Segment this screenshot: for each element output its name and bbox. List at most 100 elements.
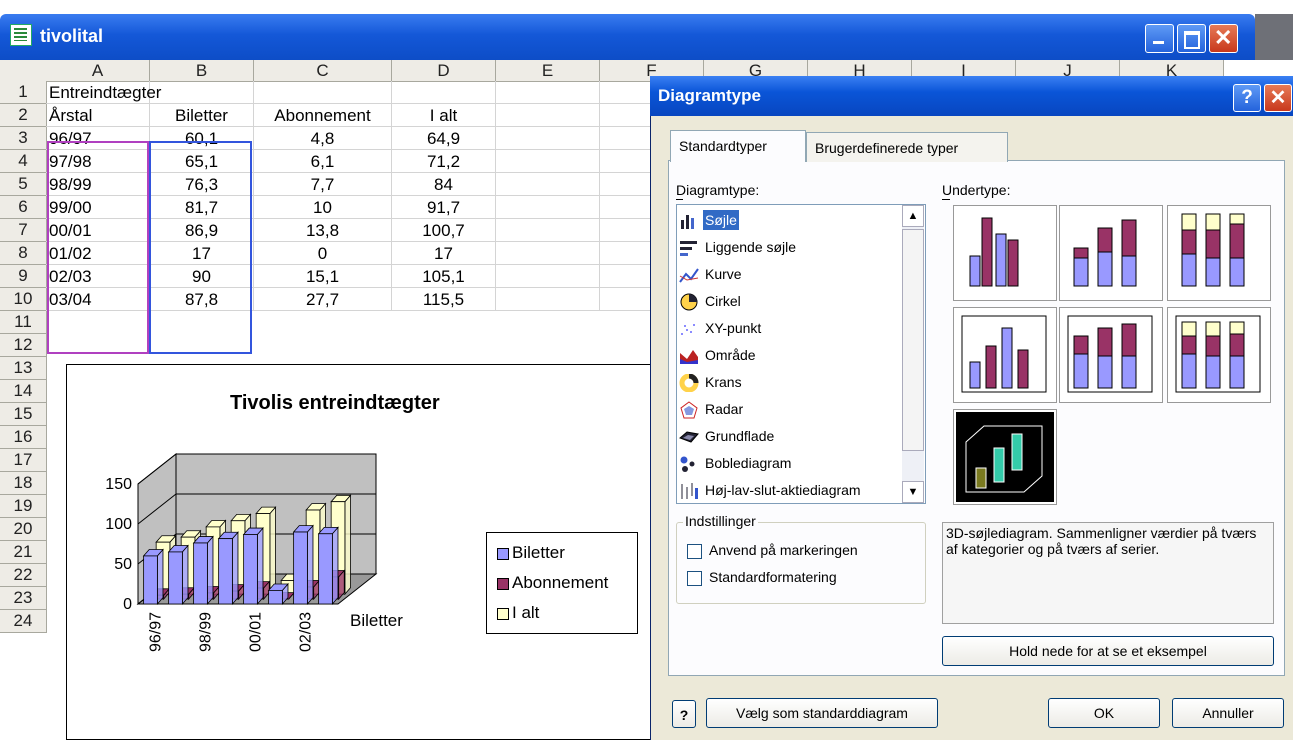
preview-button[interactable]: Hold nede for at se et eksempel xyxy=(942,636,1274,666)
cell-d4[interactable]: 71,2 xyxy=(392,150,496,173)
column-header-e[interactable]: E xyxy=(496,60,600,82)
dialog-close-button[interactable]: ✕ xyxy=(1264,84,1292,112)
cell-e1[interactable] xyxy=(496,81,600,104)
chart-type-item-bar-chart[interactable]: Liggende søjle xyxy=(677,236,903,262)
row-header-21[interactable]: 21 xyxy=(0,541,47,564)
cell-d10[interactable]: 115,5 xyxy=(392,288,496,311)
cell-d3[interactable]: 64,9 xyxy=(392,127,496,150)
minimize-button[interactable] xyxy=(1145,24,1174,53)
cell-c4[interactable]: 6,1 xyxy=(254,150,392,173)
row-header-10[interactable]: 10 xyxy=(0,288,47,311)
chart-type-item-doughnut-chart[interactable]: Krans xyxy=(677,371,903,397)
cell-e9[interactable] xyxy=(496,265,600,288)
cell-d8[interactable]: 17 xyxy=(392,242,496,265)
cell-e4[interactable] xyxy=(496,150,600,173)
cell-a1[interactable]: Entreindtægter xyxy=(46,81,161,104)
subtype-option-2[interactable] xyxy=(1060,206,1162,300)
subtype-option-1[interactable] xyxy=(954,206,1056,300)
cell-d5[interactable]: 84 xyxy=(392,173,496,196)
cell-e7[interactable] xyxy=(496,219,600,242)
cell-e6[interactable] xyxy=(496,196,600,219)
chart-type-item-scatter-chart[interactable]: XY-punkt xyxy=(677,317,903,343)
subtype-option-6[interactable] xyxy=(1168,308,1270,402)
chart-legend[interactable]: Biletter Abonnement I alt xyxy=(486,532,638,634)
subtype-option-7[interactable] xyxy=(954,410,1056,504)
row-header-15[interactable]: 15 xyxy=(0,403,47,426)
maximize-button[interactable] xyxy=(1177,24,1206,53)
cell-d2[interactable]: I alt xyxy=(392,104,496,127)
row-header-1[interactable]: 1 xyxy=(0,81,47,104)
tab-brugerdefinerede[interactable]: Brugerdefinerede typer xyxy=(806,132,1008,162)
chart-type-item-line-chart[interactable]: Kurve xyxy=(677,263,903,289)
subtype-option-4[interactable] xyxy=(954,308,1056,402)
default-format-checkbox[interactable] xyxy=(687,571,702,586)
row-header-3[interactable]: 3 xyxy=(0,127,47,150)
row-header-7[interactable]: 7 xyxy=(0,219,47,242)
cell-c9[interactable]: 15,1 xyxy=(254,265,392,288)
row-header-4[interactable]: 4 xyxy=(0,150,47,173)
cancel-button[interactable]: Annuller xyxy=(1172,698,1284,728)
help-button[interactable]: ? xyxy=(1233,84,1261,112)
scroll-thumb[interactable] xyxy=(902,229,924,451)
cell-c7[interactable]: 13,8 xyxy=(254,219,392,242)
row-header-17[interactable]: 17 xyxy=(0,449,47,472)
row-header-24[interactable]: 24 xyxy=(0,610,47,633)
close-button[interactable]: ✕ xyxy=(1209,24,1238,53)
subtype-option-3[interactable] xyxy=(1168,206,1270,300)
cell-b1[interactable] xyxy=(150,81,254,104)
chart-type-item-area-chart[interactable]: Område xyxy=(677,344,903,370)
select-all-corner[interactable] xyxy=(0,60,47,82)
cell-c6[interactable]: 10 xyxy=(254,196,392,219)
cell-d6[interactable]: 91,7 xyxy=(392,196,496,219)
row-header-8[interactable]: 8 xyxy=(0,242,47,265)
tab-standardtyper[interactable]: Standardtyper xyxy=(670,130,806,162)
cell-c3[interactable]: 4,8 xyxy=(254,127,392,150)
row-header-5[interactable]: 5 xyxy=(0,173,47,196)
chart-type-item-bubble-chart[interactable]: Boblediagram xyxy=(677,452,903,478)
scroll-up-icon[interactable]: ▲ xyxy=(902,205,924,227)
column-header-d[interactable]: D xyxy=(392,60,496,82)
cell-c1[interactable] xyxy=(254,81,392,104)
list-scrollbar[interactable]: ▲ ▼ xyxy=(902,205,924,503)
cell-c2[interactable]: Abonnement xyxy=(254,104,392,127)
row-header-18[interactable]: 18 xyxy=(0,472,47,495)
column-header-b[interactable]: B xyxy=(150,60,254,82)
column-header-a[interactable]: A xyxy=(46,60,150,82)
column-header-c[interactable]: C xyxy=(254,60,392,82)
row-header-22[interactable]: 22 xyxy=(0,564,47,587)
chart-type-item-surface-chart[interactable]: Grundflade xyxy=(677,425,903,451)
row-header-11[interactable]: 11 xyxy=(0,311,47,334)
set-default-chart-button[interactable]: Vælg som standarddiagram xyxy=(706,698,938,728)
cell-e2[interactable] xyxy=(496,104,600,127)
chart-type-item-stock-chart[interactable]: Høj-lav-slut-aktiediagram xyxy=(677,479,903,503)
cell-e3[interactable] xyxy=(496,127,600,150)
row-header-9[interactable]: 9 xyxy=(0,265,47,288)
cell-d1[interactable] xyxy=(392,81,496,104)
cell-c10[interactable]: 27,7 xyxy=(254,288,392,311)
subtype-option-5[interactable] xyxy=(1060,308,1162,402)
cell-e8[interactable] xyxy=(496,242,600,265)
help-question-button[interactable]: ? xyxy=(672,700,696,728)
chart-type-item-radar-chart[interactable]: Radar xyxy=(677,398,903,424)
ok-button[interactable]: OK xyxy=(1048,698,1160,728)
row-header-12[interactable]: 12 xyxy=(0,334,47,357)
cell-e5[interactable] xyxy=(496,173,600,196)
row-header-2[interactable]: 2 xyxy=(0,104,47,127)
chart-type-item-pie-chart[interactable]: Cirkel xyxy=(677,290,903,316)
row-header-13[interactable]: 13 xyxy=(0,357,47,380)
cell-b2[interactable]: Biletter xyxy=(150,104,254,127)
chart-type-item-column-chart[interactable]: Søjle xyxy=(677,209,903,235)
row-header-14[interactable]: 14 xyxy=(0,380,47,403)
scroll-down-icon[interactable]: ▼ xyxy=(902,481,924,503)
cell-d9[interactable]: 105,1 xyxy=(392,265,496,288)
row-header-19[interactable]: 19 xyxy=(0,495,47,518)
chart-type-list[interactable]: Søjle Liggende søjle Kurve Cirkel XY-punkt Om… xyxy=(676,204,926,504)
cell-e10[interactable] xyxy=(496,288,600,311)
apply-to-selection-checkbox[interactable] xyxy=(687,544,702,559)
cell-c8[interactable]: 0 xyxy=(254,242,392,265)
row-header-20[interactable]: 20 xyxy=(0,518,47,541)
row-header-23[interactable]: 23 xyxy=(0,587,47,610)
row-header-16[interactable]: 16 xyxy=(0,426,47,449)
row-header-6[interactable]: 6 xyxy=(0,196,47,219)
cell-a2[interactable]: Årstal xyxy=(46,104,150,127)
